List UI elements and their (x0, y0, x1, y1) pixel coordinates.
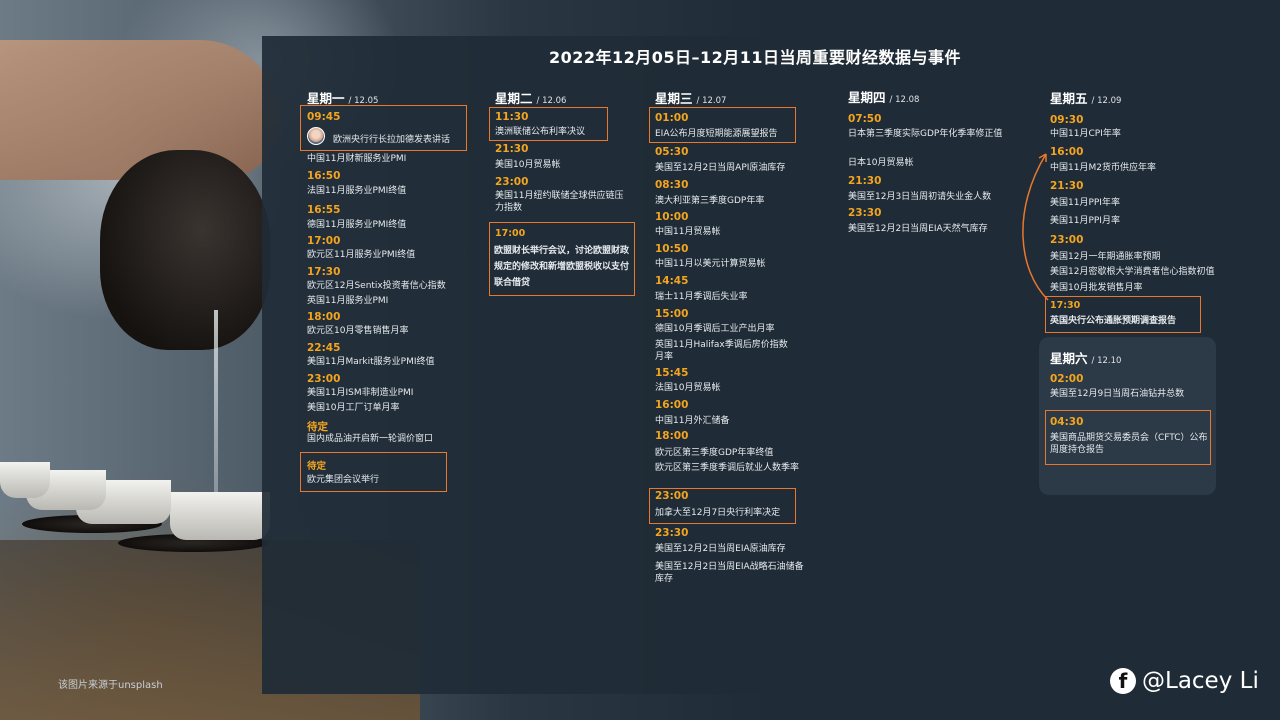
event-text: 英国央行公布通胀预期调查报告 (1050, 316, 1177, 326)
tea-stream (214, 310, 218, 500)
event-time: 01:00 (655, 112, 689, 124)
event-text: 欧元集团会议举行 (307, 475, 380, 485)
event-text: 德国10月季调后工业产出月率 (655, 324, 775, 334)
event-text: 欧盟财长举行会议，讨论欧盟财政规定的修改和新增欧盟税收以支付联合借贷 (494, 246, 630, 288)
event-text: 美国10月贸易帐 (495, 160, 561, 170)
event-text: 美国11月Markit服务业PMI终值 (307, 357, 435, 367)
event-text: 瑞士11月季调后失业率 (655, 292, 748, 302)
event-time: 16:55 (307, 204, 341, 216)
event-time: 11:30 (495, 111, 529, 123)
event-time: 17:30 (307, 266, 341, 278)
event-time: 05:30 (655, 146, 689, 158)
event-text: 德国11月服务业PMI终值 (307, 220, 407, 230)
event-text: EIA公布月度短期能源展望报告 (655, 129, 778, 139)
facebook-icon: f (1110, 668, 1136, 694)
event-time: 10:00 (655, 211, 689, 223)
event-text: 法国10月贸易帐 (655, 383, 721, 393)
event-time: 07:50 (848, 113, 882, 125)
event-text: 澳大利亚第三季度GDP年率 (655, 196, 765, 206)
event-time: 04:30 (1050, 416, 1084, 428)
event-time: 18:00 (655, 430, 689, 442)
teacup (0, 462, 50, 498)
event-time: 09:45 (307, 111, 341, 123)
event-text: 欧洲央行行长拉加德发表讲话 (333, 135, 451, 145)
event-time: 23:00 (655, 490, 689, 502)
teapot-image (100, 150, 270, 350)
arrow-icon (1022, 153, 1049, 301)
event-text: 美国10月批发销售月率 (1050, 283, 1143, 293)
event-time: 09:30 (1050, 114, 1084, 126)
event-text: 美国12月一年期通胀率预期 (1050, 252, 1161, 262)
event-text: 美国商品期货交易委员会（CFTC）公布周度持仓报告 (1050, 433, 1208, 455)
event-text: 日本10月贸易帐 (848, 158, 914, 168)
event-time: 10:50 (655, 243, 689, 255)
event-text: 法国11月服务业PMI终值 (307, 186, 407, 196)
event-time: 15:45 (655, 367, 689, 379)
event-text: 日本第三季度实际GDP年化季率修正值 (848, 129, 1003, 139)
event-text: 美国12月密歇根大学消费者信心指数初值 (1050, 267, 1215, 277)
event-time: 23:00 (307, 373, 341, 385)
event-text: 美国至12月2日当周EIA战略石油储备库存 (655, 562, 804, 584)
event-time: 23:30 (848, 207, 882, 219)
event-text: 英国11月Halifax季调后房价指数月率 (655, 340, 788, 362)
day-header-sat: 星期六/ 12.10 (1050, 351, 1122, 366)
event-text: 澳洲联储公布利率决议 (495, 127, 586, 137)
brand: f @Lacey Li (1110, 668, 1259, 694)
event-text: 美国至12月3日当周初请失业金人数 (848, 192, 992, 202)
event-text: 欧元区11月服务业PMI终值 (307, 250, 416, 260)
day-header-fri: 星期五/ 12.09 (1050, 91, 1122, 106)
event-time: 16:50 (307, 170, 341, 182)
event-text: 美国11月PPI年率 (1050, 198, 1120, 208)
page-title: 2022年12月05日–12月11日当周重要财经数据与事件 (548, 48, 962, 67)
event-text: 美国至12月2日当周EIA天然气库存 (848, 224, 988, 234)
event-text: 中国11月以美元计算贸易帐 (655, 259, 766, 269)
image-credit: 该图片来源于unsplash (58, 680, 163, 691)
day-header-thu: 星期四/ 12.08 (848, 90, 920, 105)
event-time: 17:00 (495, 228, 526, 239)
event-time: 16:00 (655, 399, 689, 411)
event-time: 14:45 (655, 275, 689, 287)
event-text: 中国11月CPI年率 (1050, 129, 1121, 139)
avatar (307, 127, 325, 145)
event-text: 美国至12月2日当周API原油库存 (655, 163, 786, 173)
event-time: 17:00 (307, 235, 341, 247)
event-time: 21:30 (495, 143, 529, 155)
event-text: 欧元区10月零售销售月率 (307, 326, 409, 336)
event-text: 中国11月M2货币供应年率 (1050, 163, 1156, 173)
event-text: 美国11月PPI月率 (1050, 216, 1120, 226)
brand-handle: @Lacey Li (1142, 668, 1259, 694)
event-text: 美国11月纽约联储全球供应链压力指数 (495, 191, 624, 213)
event-time: 23:00 (495, 176, 529, 188)
event-time: 23:30 (655, 527, 689, 539)
event-time: 02:00 (1050, 373, 1084, 385)
event-text: 欧元区第三季度GDP年率终值 (655, 448, 774, 458)
hand-image (0, 40, 280, 180)
event-text: 国内成品油开启新一轮调价窗口 (307, 434, 434, 444)
event-text: 美国10月工厂订单月率 (307, 403, 400, 413)
event-text: 中国11月财新服务业PMI (307, 154, 407, 164)
teacup (170, 492, 270, 540)
event-text: 中国11月贸易帐 (655, 227, 721, 237)
day-header-tue: 星期二/ 12.06 (495, 91, 567, 106)
event-text: 中国11月外汇储备 (655, 416, 730, 426)
event-time: 21:30 (848, 175, 882, 187)
event-text: 英国11月服务业PMI (307, 296, 389, 306)
event-time: 08:30 (655, 179, 689, 191)
event-time: 15:00 (655, 308, 689, 320)
day-header-wed: 星期三/ 12.07 (655, 91, 727, 106)
event-time: 待定 (307, 461, 327, 472)
event-text: 欧元区12月Sentix投资者信心指数 (307, 281, 446, 291)
event-text: 欧元区第三季度季调后就业人数季率 (655, 463, 800, 473)
event-text: 美国至12月9日当周石油钻井总数 (1050, 389, 1185, 399)
event-text: 美国至12月2日当周EIA原油库存 (655, 544, 786, 554)
event-text: 美国11月ISM非制造业PMI (307, 388, 414, 398)
event-time: 18:00 (307, 311, 341, 323)
event-time: 待定 (307, 421, 328, 433)
event-time: 22:45 (307, 342, 341, 354)
event-text: 加拿大至12月7日央行利率决定 (655, 508, 781, 518)
